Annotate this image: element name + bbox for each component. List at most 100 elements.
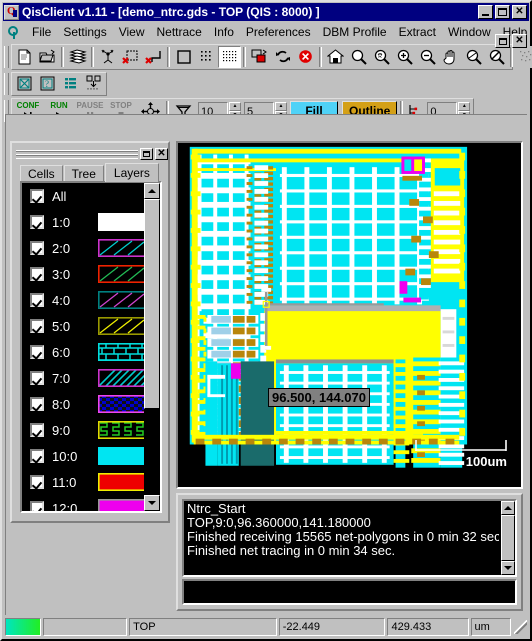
layer-visibility-checkbox[interactable] <box>30 215 44 229</box>
spinner-up[interactable]: ▲ <box>229 101 241 111</box>
scroll-track[interactable] <box>144 199 160 495</box>
mdi-restore-button[interactable] <box>495 34 510 48</box>
delete-net-icon[interactable] <box>142 45 165 68</box>
layer-row[interactable]: 9:0 <box>22 417 144 443</box>
layer-row[interactable]: All <box>22 183 144 209</box>
menu-item-window[interactable]: Window <box>442 23 497 41</box>
layer-swatch <box>98 239 144 257</box>
open-folder-icon[interactable] <box>36 45 59 68</box>
log-output[interactable]: Ntrc_Start TOP,9:0,96.360000,141.180000 Fi… <box>182 499 517 577</box>
layer-swatch <box>98 369 144 387</box>
zoom-cancel-icon[interactable] <box>485 45 508 68</box>
refresh-icon[interactable] <box>271 45 294 68</box>
tab-cells[interactable]: Cells <box>20 165 63 182</box>
spinner-up[interactable]: ▲ <box>275 101 287 111</box>
menu-item-preferences[interactable]: Preferences <box>240 23 317 41</box>
layer-visibility-checkbox[interactable] <box>30 189 44 203</box>
layer-visibility-checkbox[interactable] <box>30 345 44 359</box>
panel-drag-grip[interactable] <box>16 149 138 159</box>
tab-tree[interactable]: Tree <box>63 165 104 182</box>
zoom-in-icon[interactable] <box>393 45 416 68</box>
scroll-up-button[interactable] <box>144 183 160 199</box>
layer-label: 3:0 <box>52 266 71 282</box>
export-table-icon[interactable] <box>82 72 105 95</box>
mdi-close-button[interactable]: ✕ <box>512 34 527 48</box>
status-unit: um <box>470 618 511 636</box>
toolbar-grip[interactable] <box>4 72 9 95</box>
panel-restore-button[interactable] <box>140 148 153 160</box>
layer-row[interactable]: 6:0 <box>22 339 144 365</box>
copy-shape-icon[interactable] <box>248 45 271 68</box>
layer-row[interactable]: 3:0 <box>22 261 144 287</box>
box-outline-icon[interactable] <box>172 45 195 68</box>
home-icon[interactable] <box>324 45 347 68</box>
menu-item-file[interactable]: File <box>26 23 57 41</box>
toolbar-main: R <box>3 43 532 70</box>
stop-circle-icon[interactable] <box>294 45 317 68</box>
log-scroll-down-button[interactable] <box>501 561 515 575</box>
layer-row[interactable]: 1:0 <box>22 209 144 235</box>
zoom-out-icon[interactable] <box>416 45 439 68</box>
layer-row[interactable]: 11:0 <box>22 469 144 495</box>
panel-close-button[interactable]: ✕ <box>155 148 168 160</box>
layer-row[interactable]: 7:0 <box>22 365 144 391</box>
nettrace-icon[interactable] <box>6 24 22 40</box>
layer-swatch <box>98 317 144 335</box>
tab-layers[interactable]: Layers <box>104 163 159 182</box>
layer-visibility-checkbox[interactable] <box>30 397 44 411</box>
zoom-icon[interactable] <box>347 45 370 68</box>
query-box-icon[interactable]: ? <box>36 72 59 95</box>
layer-visibility-checkbox[interactable] <box>30 501 44 511</box>
layer-visibility-checkbox[interactable] <box>30 241 44 255</box>
log-line: Finished net tracing in 0 min 34 sec. <box>187 544 396 558</box>
zoom-previous-icon[interactable]: R <box>370 45 393 68</box>
resize-grip[interactable] <box>513 620 527 634</box>
maximize-button[interactable] <box>495 5 510 19</box>
box-filled-icon[interactable] <box>218 45 241 68</box>
layer-list-scrollbar[interactable] <box>144 183 160 511</box>
zoom-select-icon[interactable] <box>462 45 485 68</box>
layers-stack-icon[interactable] <box>66 45 89 68</box>
log-scroll-track[interactable] <box>501 515 515 561</box>
layer-visibility-checkbox[interactable] <box>30 371 44 385</box>
layer-row[interactable]: 10:0 <box>22 443 144 469</box>
delete-cell-icon[interactable] <box>119 45 142 68</box>
dither-icon[interactable] <box>515 45 532 68</box>
layer-row[interactable]: 5:0 <box>22 313 144 339</box>
layer-visibility-checkbox[interactable] <box>30 293 44 307</box>
new-file-icon[interactable] <box>13 45 36 68</box>
log-scroll-up-button[interactable] <box>501 501 515 515</box>
list-lines-icon[interactable] <box>59 72 82 95</box>
layer-visibility-checkbox[interactable] <box>30 475 44 489</box>
layer-visibility-checkbox[interactable] <box>30 267 44 281</box>
menu-item-dbm-profile[interactable]: DBM Profile <box>317 23 393 41</box>
layer-list-rows[interactable]: All 1:0 2:0 3:0 4:0 5:0 6:0 7:0 8:0 9:0 … <box>22 183 144 511</box>
menu-item-view[interactable]: View <box>113 23 151 41</box>
layer-row[interactable]: 8:0 <box>22 391 144 417</box>
pan-hand-icon[interactable] <box>439 45 462 68</box>
log-entry-field[interactable] <box>182 579 517 605</box>
layer-visibility-checkbox[interactable] <box>30 423 44 437</box>
toolbar-grip[interactable] <box>4 45 9 68</box>
menu-item-extract[interactable]: Extract <box>393 23 442 41</box>
layer-row[interactable]: 12:0 <box>22 495 144 511</box>
layout-canvas[interactable]: 96.500, 144.070 100um <box>176 141 523 489</box>
menu-item-info[interactable]: Info <box>208 23 240 41</box>
qis-app-icon[interactable] <box>4 4 19 20</box>
spinner-up[interactable]: ▲ <box>458 101 471 111</box>
scroll-thumb[interactable] <box>144 199 160 409</box>
layer-row[interactable]: 2:0 <box>22 235 144 261</box>
status-color-swatch[interactable] <box>5 618 42 636</box>
box-dotted-icon[interactable] <box>195 45 218 68</box>
close-button[interactable]: ✕ <box>512 5 527 19</box>
menu-item-settings[interactable]: Settings <box>57 23 112 41</box>
menu-item-nettrace[interactable]: Nettrace <box>151 23 208 41</box>
hierarchy-icon[interactable] <box>96 45 119 68</box>
net-marker-icon[interactable] <box>13 72 36 95</box>
scroll-down-button[interactable] <box>144 495 160 511</box>
layer-visibility-checkbox[interactable] <box>30 319 44 333</box>
layer-row[interactable]: 4:0 <box>22 287 144 313</box>
log-scrollbar[interactable] <box>501 501 515 575</box>
layer-visibility-checkbox[interactable] <box>30 449 44 463</box>
minimize-button[interactable] <box>478 5 493 19</box>
